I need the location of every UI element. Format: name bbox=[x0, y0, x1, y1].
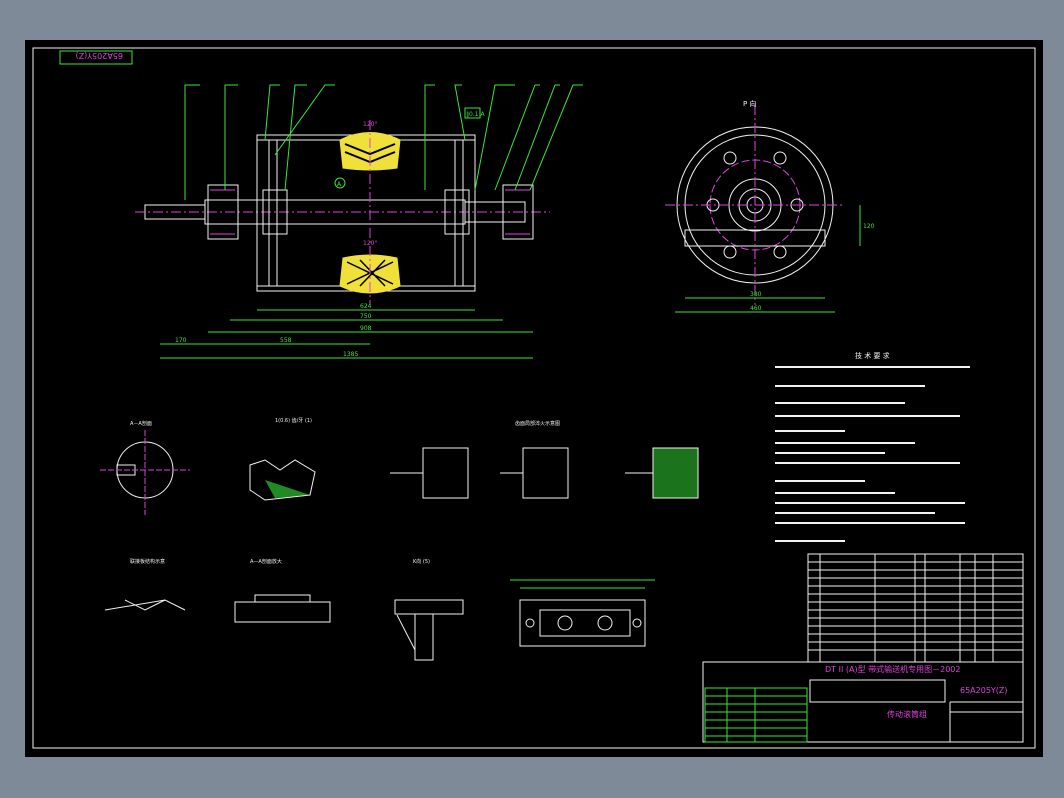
cad-viewport[interactable]: 65A205Y(Z) 120° 120° A ∥0.1 A 624 750 90… bbox=[25, 40, 1043, 757]
part-name: 传动滚筒组 bbox=[887, 709, 927, 719]
gear-detail: 1(0.6) 齿/牙 (1) bbox=[249, 418, 316, 501]
bracket-detail bbox=[510, 579, 655, 647]
svg-text:A－A剖面: A－A剖面 bbox=[130, 420, 152, 427]
parts-list bbox=[807, 553, 1024, 663]
section-view-a: A－A剖面 bbox=[100, 420, 190, 515]
end-view: P 向 380 460 120 bbox=[665, 99, 875, 313]
main-dimensions: 624 750 908 170 558 1385 bbox=[160, 303, 533, 359]
svg-text:908: 908 bbox=[360, 325, 372, 332]
series-title: DT II (A)型 带式输送机专用图－2002 bbox=[825, 664, 960, 674]
svg-text:380: 380 bbox=[750, 291, 762, 298]
svg-text:170: 170 bbox=[175, 337, 187, 344]
heat-treat-detail: 齿面局部淬火示意图 bbox=[390, 420, 699, 499]
svg-text:齿面局部淬火示意图: 齿面局部淬火示意图 bbox=[515, 420, 560, 427]
drawing-code: 65A205Y(Z) bbox=[960, 686, 1008, 695]
k-view-detail: K向 (5) bbox=[394, 558, 464, 661]
svg-text:1385: 1385 bbox=[343, 351, 358, 358]
flange-detail: 联接板结构示意 bbox=[104, 558, 186, 611]
svg-text:750: 750 bbox=[360, 313, 372, 320]
cad-drawing: 65A205Y(Z) 120° 120° A ∥0.1 A 624 750 90… bbox=[32, 47, 1036, 749]
svg-text:∥0.1 A: ∥0.1 A bbox=[466, 111, 485, 118]
svg-text:1(0.6) 齿/牙 (1): 1(0.6) 齿/牙 (1) bbox=[275, 418, 312, 424]
tech-requirements: 技 术 要 求 bbox=[775, 351, 970, 542]
svg-text:120: 120 bbox=[863, 223, 875, 230]
svg-text:460: 460 bbox=[750, 305, 762, 312]
svg-text:P 向: P 向 bbox=[743, 99, 756, 108]
svg-text:624: 624 bbox=[360, 303, 372, 310]
drum-main-view: 120° 120° A bbox=[135, 120, 550, 305]
svg-text:A: A bbox=[337, 181, 342, 188]
svg-text:120°: 120° bbox=[363, 121, 377, 128]
sheet-border bbox=[32, 47, 1036, 749]
svg-text:558: 558 bbox=[280, 337, 292, 344]
top-code-text: 65A205Y(Z) bbox=[75, 51, 123, 60]
title-block: DT II (A)型 带式输送机专用图－2002 65A205Y(Z) 传动滚筒… bbox=[702, 661, 1024, 743]
svg-text:120°: 120° bbox=[363, 240, 377, 247]
svg-text:K向 (5): K向 (5) bbox=[413, 558, 430, 565]
svg-text:联接板结构示意: 联接板结构示意 bbox=[130, 558, 165, 565]
svg-text:A—A剖面放大: A—A剖面放大 bbox=[250, 558, 282, 565]
svg-text:技 术 要 求: 技 术 要 求 bbox=[855, 351, 890, 360]
rubber-detail: A—A剖面放大 bbox=[234, 558, 331, 623]
